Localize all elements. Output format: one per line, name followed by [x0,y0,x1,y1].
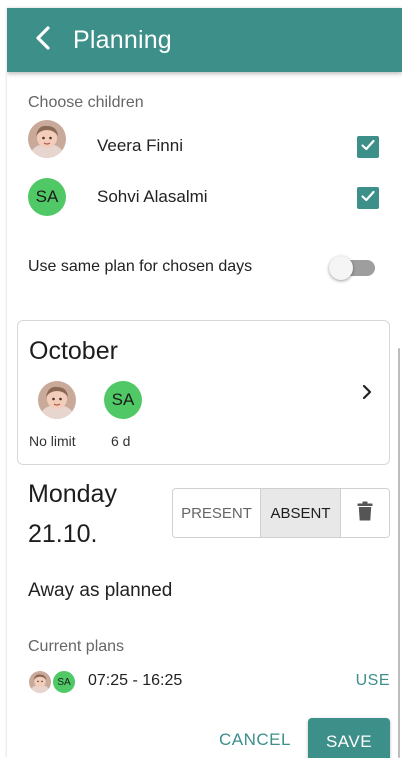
day-weekday: Monday [28,480,117,508]
same-plan-label: Use same plan for chosen days [28,258,253,275]
child-row-veera: Veera Finni [7,120,402,168]
use-plan-button[interactable]: USE [356,672,390,690]
check-icon [360,137,376,158]
check-icon [360,188,376,209]
child-name: Sohvi Alasalmi [97,187,208,206]
absent-button[interactable]: ABSENT [261,489,341,537]
plan-avatar-veera [28,670,52,694]
chevron-right-icon [361,383,373,406]
day-date: 21.10. [28,520,98,548]
month-card[interactable]: October SA No limit 6 d [17,320,390,465]
delete-button[interactable] [341,489,389,537]
child-checkbox-veera[interactable] [357,136,379,158]
trash-icon [357,501,373,525]
limit-label: No limit [29,433,76,449]
plan-avatar-sohvi: SA [52,670,76,694]
attendance-button-group: PRESENT ABSENT [172,488,390,538]
cancel-button[interactable]: CANCEL [219,730,291,750]
status-text: Away as planned [28,580,173,601]
same-plan-toggle[interactable] [329,256,377,280]
page-title: Planning [73,25,172,54]
choose-children-label: Choose children [28,94,144,111]
current-plans-label: Current plans [28,638,125,655]
planning-dialog: Planning Choose children Veera Finni SA … [7,8,402,758]
card-avatar-veera [38,381,76,419]
child-checkbox-sohvi[interactable] [357,187,379,209]
limit-label: 6 d [111,433,131,449]
present-button[interactable]: PRESENT [173,489,261,537]
month-title: October [29,337,118,365]
save-button[interactable]: SAVE [308,718,390,758]
plan-row: SA 07:25 - 16:25 USE [28,669,390,695]
avatar-veera [28,120,66,158]
child-name: Veera Finni [97,136,183,155]
plan-time: 07:25 - 16:25 [88,672,183,689]
child-row-sohvi: SA Sohvi Alasalmi [7,175,402,219]
toggle-thumb [329,256,353,280]
app-bar: Planning [7,8,402,72]
card-avatar-sohvi: SA [104,381,142,419]
scrollbar[interactable] [398,348,400,758]
back-button[interactable] [21,18,65,62]
avatar-sohvi: SA [28,178,66,216]
chevron-left-icon [33,25,53,56]
